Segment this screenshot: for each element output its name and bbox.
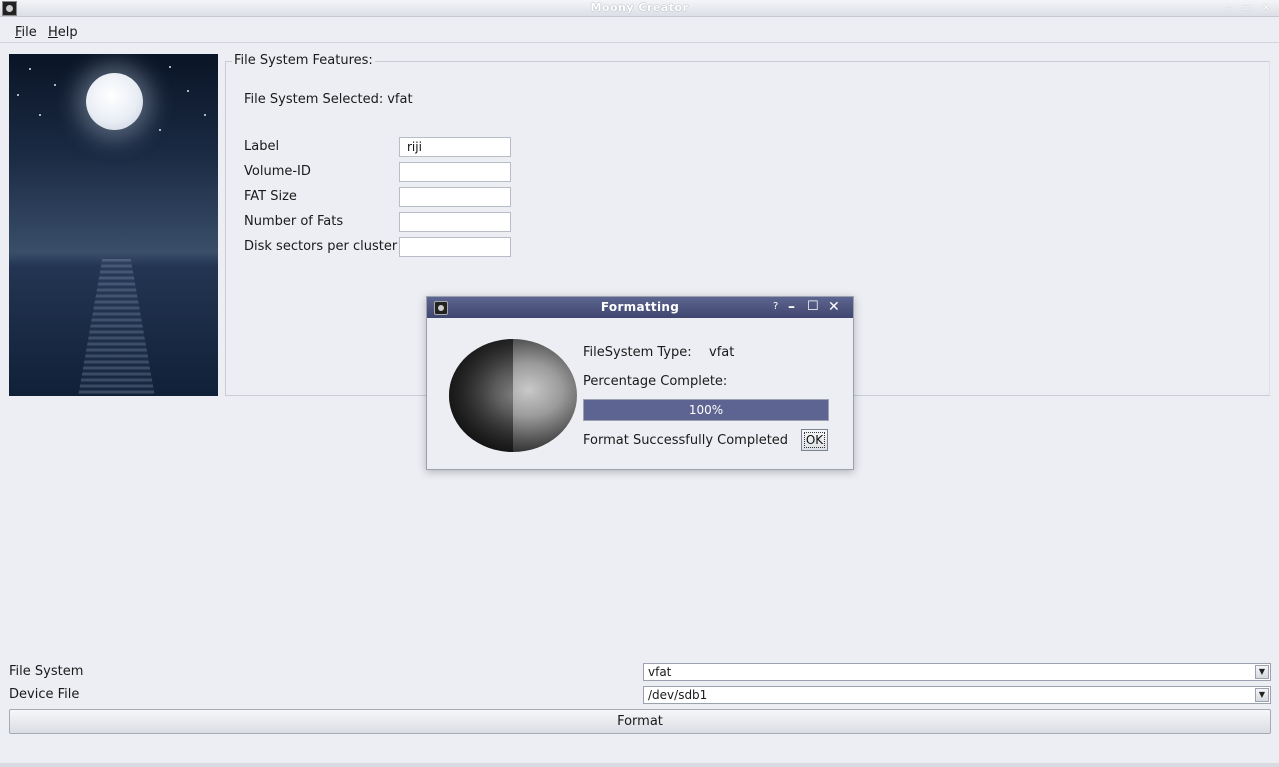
full-moon <box>86 73 143 130</box>
fs-selected-label: File System Selected: <box>244 92 384 107</box>
menu-help-mnemonic: H <box>48 25 58 40</box>
fat-size-label: FAT Size <box>244 189 297 204</box>
dialog-titlebar: Formatting ? – ☐ ✕ <box>427 297 853 318</box>
label-field-label: Label <box>244 139 280 154</box>
close-icon[interactable]: ✕ <box>1259 2 1273 14</box>
close-icon[interactable]: ✕ <box>828 300 840 314</box>
number-of-fats-input[interactable] <box>399 212 511 232</box>
sectors-per-cluster-input[interactable] <box>399 237 511 257</box>
window-bottom-border <box>0 763 1279 767</box>
sectors-per-cluster-label: Disk sectors per cluster <box>244 239 398 254</box>
device-file-select-value: /dev/sdb1 <box>648 688 708 702</box>
star <box>54 84 56 86</box>
star <box>29 68 31 70</box>
moon-sea-image <box>9 54 218 396</box>
menu-help-label: elp <box>57 25 78 40</box>
maximize-icon[interactable]: ▭ <box>1240 2 1254 14</box>
fat-size-input[interactable] <box>399 187 511 207</box>
moon-reflection <box>78 259 155 394</box>
minimize-icon[interactable]: – <box>788 300 795 314</box>
device-file-select[interactable]: /dev/sdb1 ▼ <box>643 686 1271 704</box>
half-moon-image <box>449 339 577 452</box>
percentage-label: Percentage Complete: <box>583 374 728 389</box>
chevron-down-icon[interactable]: ▼ <box>1255 665 1269 679</box>
progress-bar: 100% <box>583 399 829 421</box>
maximize-icon[interactable]: ☐ <box>807 300 819 314</box>
minimize-icon[interactable]: – <box>1222 2 1236 14</box>
window-titlebar: Moony Creator – ▭ ✕ <box>0 0 1279 17</box>
features-legend: File System Features: <box>232 53 375 68</box>
star <box>187 90 189 92</box>
ok-button[interactable]: OK <box>801 429 828 451</box>
menubar: File Help <box>0 21 1279 43</box>
device-file-label: Device File <box>9 687 80 702</box>
progress-text: 100% <box>688 403 724 417</box>
chevron-down-icon[interactable]: ▼ <box>1255 688 1269 702</box>
status-message: Format Successfully Completed <box>583 433 789 448</box>
ok-button-label: OK <box>803 432 826 448</box>
menu-file[interactable]: File <box>15 25 37 40</box>
formatting-dialog: Formatting ? – ☐ ✕ FileSystem Type: vfat… <box>426 296 854 470</box>
number-of-fats-label: Number of Fats <box>244 214 344 229</box>
file-system-select-value: vfat <box>648 665 672 679</box>
fs-selected-row: File System Selected: vfat <box>244 92 413 107</box>
star <box>204 114 206 116</box>
star <box>159 129 161 131</box>
volume-id-input[interactable] <box>399 162 511 182</box>
file-system-label: File System <box>9 664 84 679</box>
window-title: Moony Creator <box>590 1 689 14</box>
fs-selected-value: vfat <box>387 92 413 107</box>
star <box>17 94 19 96</box>
fs-type-label: FileSystem Type: <box>583 345 692 360</box>
star <box>39 114 41 116</box>
menu-file-label: ile <box>21 25 37 40</box>
file-system-select[interactable]: vfat ▼ <box>643 663 1271 681</box>
fs-type-value: vfat <box>709 345 735 360</box>
star <box>169 66 171 68</box>
volume-id-label: Volume-ID <box>244 164 311 179</box>
format-button[interactable]: Format <box>9 709 1271 734</box>
menu-help[interactable]: Help <box>48 25 78 40</box>
label-input[interactable] <box>399 137 511 157</box>
help-icon[interactable]: ? <box>773 300 778 314</box>
